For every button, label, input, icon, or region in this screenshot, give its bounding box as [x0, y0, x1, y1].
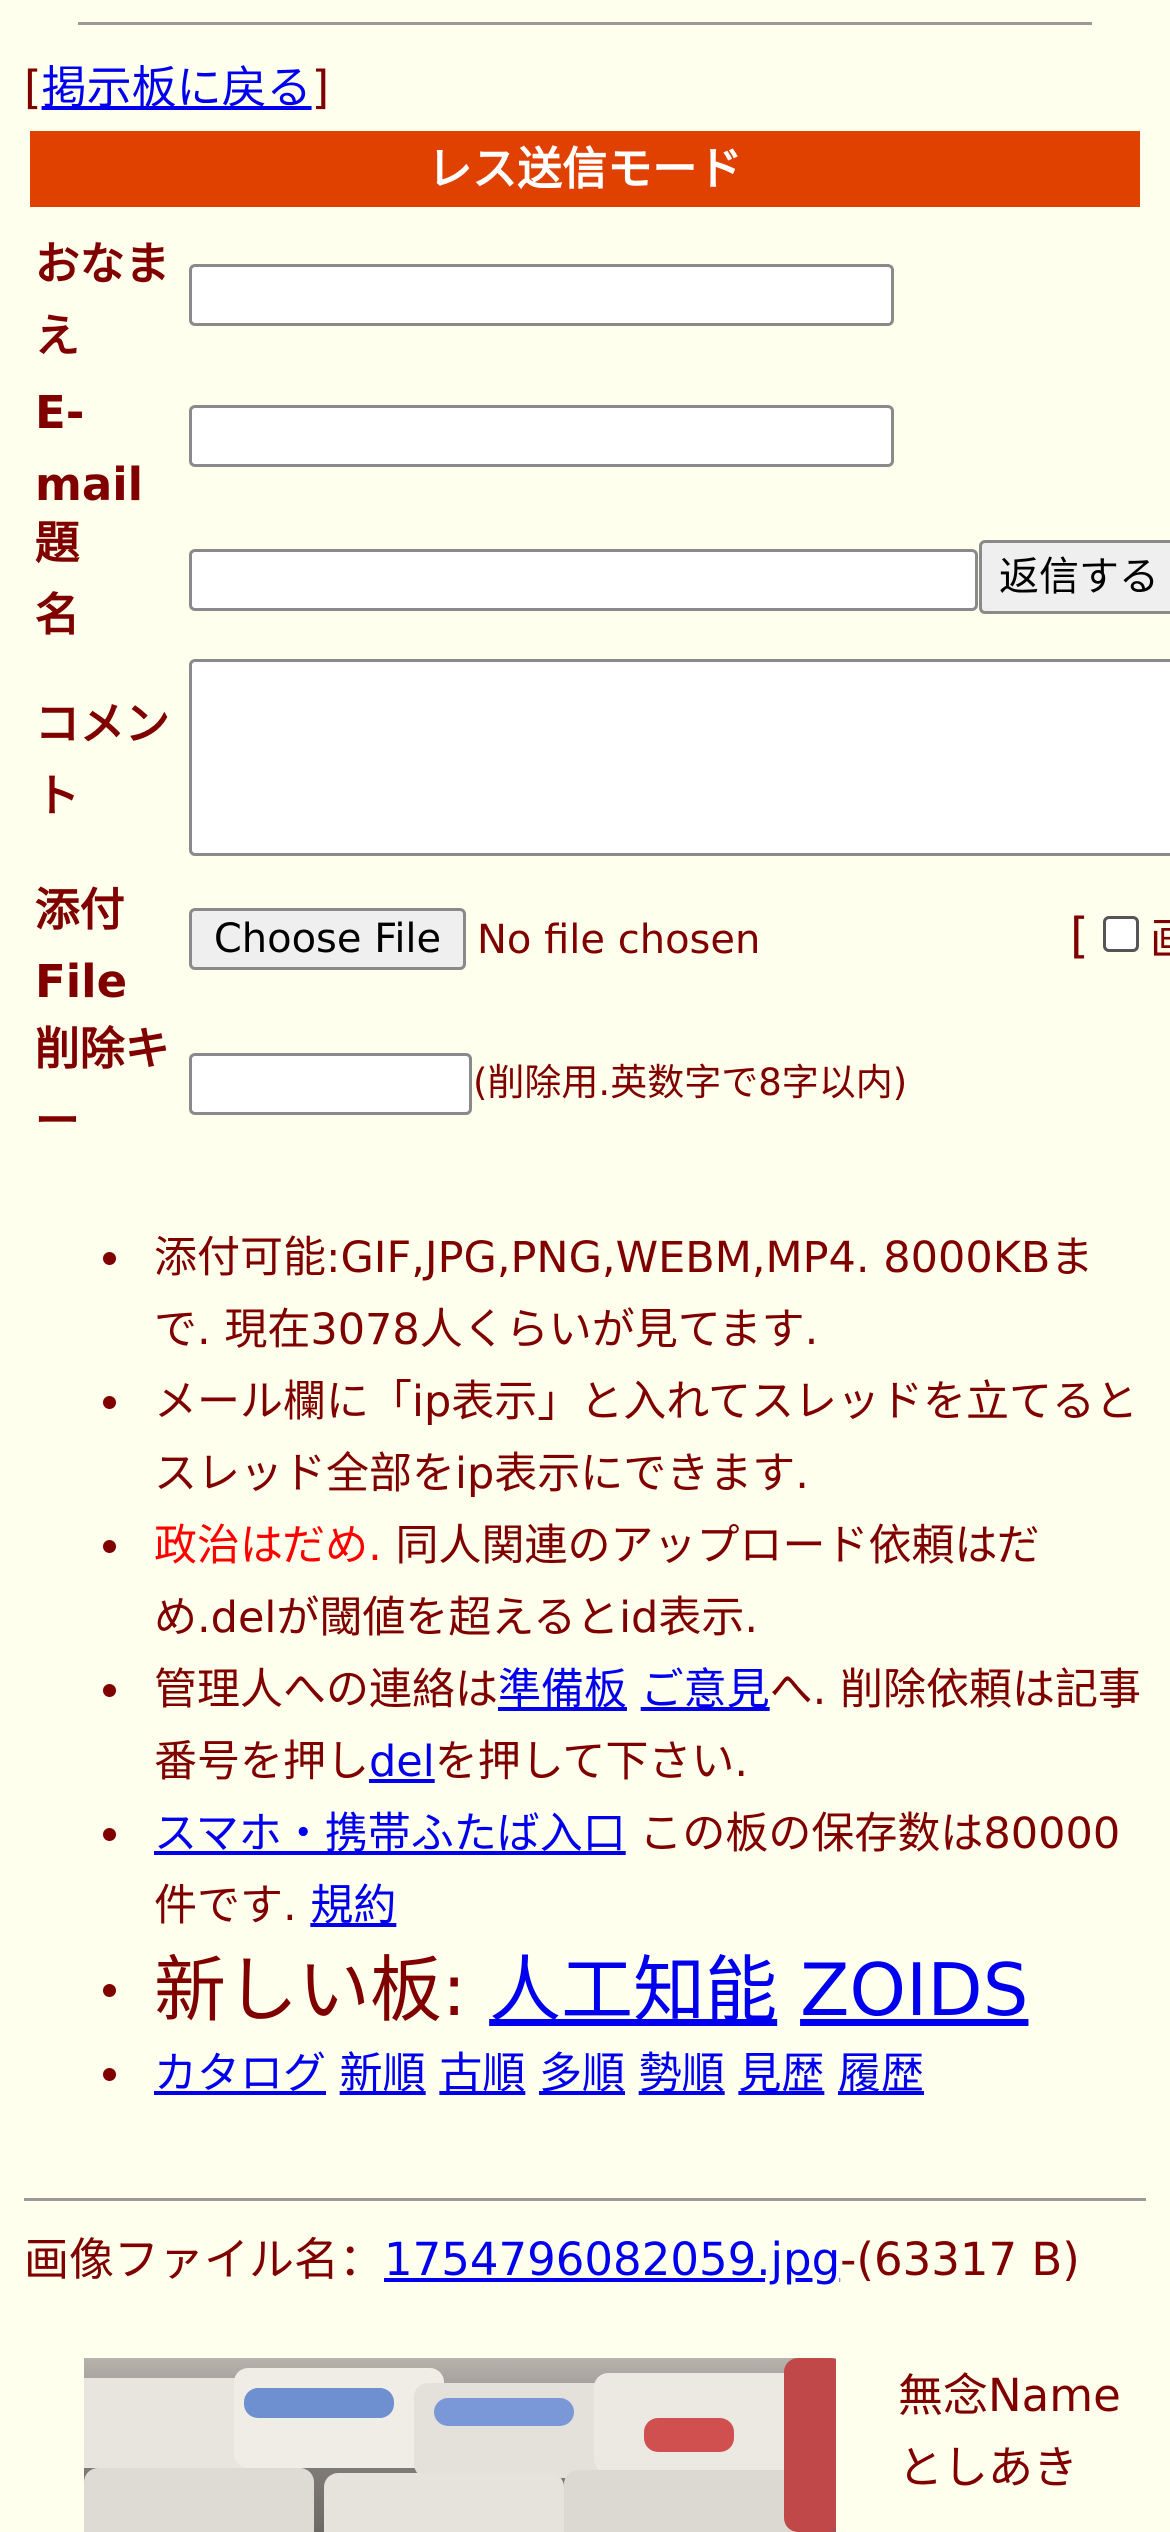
back-to-board-link[interactable]: 掲示板に戻る	[42, 61, 312, 114]
mobile-entrance-link[interactable]: スマホ・携帯ふたば入口	[154, 1809, 626, 1859]
sort-oldest-link[interactable]: 古順	[439, 2049, 525, 2099]
no-file-chosen-text: No file chosen	[477, 917, 761, 963]
name-label: おなまえ	[35, 237, 171, 362]
top-divider	[78, 22, 1092, 25]
rule-politics: 政治はだめ. 同人関連のアップロード依頼はだめ.delが閾値を超えるとid表示.	[0, 1510, 1170, 1654]
rule-contact-text-a: 管理人への連絡は	[154, 1665, 498, 1715]
rule-contact: 管理人への連絡は準備板 ご意見へ. 削除依頼は記事番号を押しdelを押して下さい…	[0, 1654, 1170, 1798]
attach-file-label: 添付File	[35, 883, 128, 1008]
comment-textarea[interactable]	[189, 659, 1170, 856]
back-bracket-close: ]	[311, 61, 330, 114]
subject-label: 題名	[35, 516, 81, 641]
rule-attachments: 添付可能:GIF,JPG,PNG,WEBM,MP4. 8000KBまで. 現在3…	[0, 1222, 1170, 1366]
new-boards-prefix: 新しい板:	[154, 1948, 490, 2032]
rule-politics-warning: 政治はだめ.	[154, 1521, 382, 1571]
name-input[interactable]	[189, 264, 894, 326]
delete-key-hint: (削除用.英数字で8字以内)	[473, 1061, 908, 1104]
post-header: 無念Name としあき	[898, 2360, 1121, 2504]
reply-submit-button[interactable]: 返信する	[979, 540, 1170, 614]
catalog-link[interactable]: カタログ	[154, 2049, 326, 2099]
terms-link[interactable]: 規約	[310, 1881, 396, 1931]
rule-contact-text-c: を押して下さい.	[434, 1737, 749, 1787]
file-size: -(63317 B)	[840, 2233, 1080, 2286]
board-rules-list: 添付可能:GIF,JPG,PNG,WEBM,MP4. 8000KBまで. 現在3…	[0, 1222, 1170, 2110]
post-history-link[interactable]: 履歴	[838, 2049, 924, 2099]
sort-newest-link[interactable]: 新順	[340, 2049, 426, 2099]
back-to-board: [掲示板に戻る]	[24, 58, 329, 118]
delete-key-input[interactable]	[189, 1053, 472, 1115]
prep-board-link[interactable]: 準備板	[498, 1665, 627, 1715]
file-name-prefix: 画像ファイル名：	[24, 2233, 385, 2286]
email-label: E-mail	[35, 386, 144, 511]
poster-name: 無念Name	[898, 2369, 1121, 2422]
subject-input[interactable]	[189, 549, 978, 611]
rule-new-boards: 新しい板: 人工知能 ZOIDS	[0, 1942, 1170, 2038]
email-input[interactable]	[189, 405, 894, 467]
back-bracket-open: [	[24, 61, 42, 114]
zoids-board-link[interactable]: ZOIDS	[800, 1948, 1028, 2032]
reply-mode-banner: レス送信モード	[30, 131, 1140, 207]
image-option-label: 画	[1150, 910, 1170, 970]
feedback-link[interactable]: ご意見	[641, 1665, 770, 1715]
post-file-info: 画像ファイル名：1754796082059.jpg-(63317 B)	[24, 2230, 1134, 2290]
image-option-bracket: [	[1070, 908, 1089, 964]
ai-board-link[interactable]: 人工知能	[489, 1948, 777, 2032]
sort-most-replies-link[interactable]: 多順	[539, 2049, 625, 2099]
post-subject: としあき	[898, 2441, 1079, 2494]
del-link[interactable]: del	[369, 1737, 435, 1787]
rule-ip-display: メール欄に「ip表示」と入れてスレッドを立てるとスレッド全部をip表示にできます…	[0, 1366, 1170, 1510]
thread-divider	[24, 2198, 1146, 2201]
rule-mobile: スマホ・携帯ふたば入口 この板の保存数は80000件です. 規約	[0, 1798, 1170, 1942]
post-image-thumbnail[interactable]	[84, 2358, 836, 2532]
viewed-history-link[interactable]: 見歴	[738, 2049, 824, 2099]
sort-momentum-link[interactable]: 勢順	[639, 2049, 725, 2099]
choose-file-button[interactable]: Choose File	[189, 908, 466, 970]
image-file-link[interactable]: 1754796082059.jpg	[384, 2233, 840, 2286]
comment-label: コメント	[35, 697, 171, 822]
image-option-checkbox[interactable]	[1103, 916, 1139, 952]
delete-key-label: 削除キー	[35, 1022, 171, 1147]
sort-links-row: カタログ 新順 古順 多順 勢順 見歴 履歴	[0, 2038, 1170, 2110]
